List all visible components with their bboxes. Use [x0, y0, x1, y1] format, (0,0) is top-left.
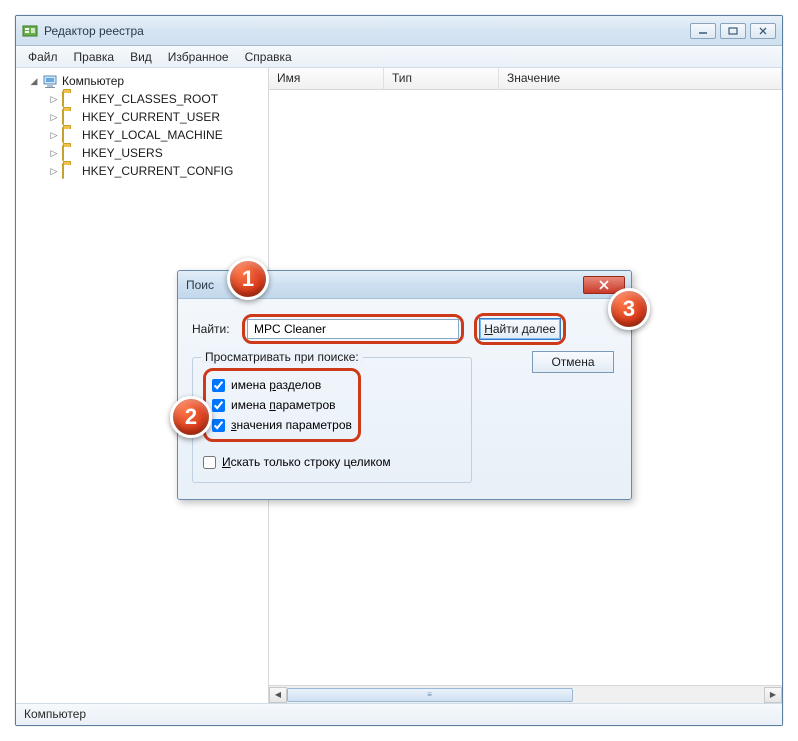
annotation-highlight-3: Найти далее — [474, 313, 566, 345]
checkbox-values-label: имена параметров — [231, 398, 336, 412]
menu-view[interactable]: Вид — [122, 47, 160, 67]
maximize-button[interactable] — [720, 23, 746, 39]
titlebar: Редактор реестра — [16, 16, 782, 46]
find-label: Найти: — [192, 322, 242, 336]
checkbox-whole-row: Искать только строку целиком — [203, 452, 461, 472]
menubar: Файл Правка Вид Избранное Справка — [16, 46, 782, 68]
checkbox-data-row: значения параметров — [212, 415, 352, 435]
tree-label: HKEY_CURRENT_CONFIG — [82, 164, 233, 178]
collapse-icon[interactable]: ◢ — [28, 75, 40, 87]
folder-icon — [62, 128, 78, 142]
tree-label: Компьютер — [62, 74, 124, 88]
annotation-highlight-2: имена разделов имена параметров значения… — [203, 368, 361, 442]
checkbox-values[interactable] — [212, 399, 225, 412]
close-button[interactable] — [750, 23, 776, 39]
annotation-badge-1: 1 — [227, 258, 269, 300]
list-header: Имя Тип Значение — [269, 68, 782, 90]
checkbox-whole-label: Искать только строку целиком — [222, 455, 391, 469]
scroll-track[interactable]: ≡ — [287, 687, 764, 703]
menu-edit[interactable]: Правка — [66, 47, 123, 67]
annotation-badge-2: 2 — [170, 396, 212, 438]
scroll-thumb[interactable]: ≡ — [287, 688, 573, 702]
window-title: Редактор реестра — [44, 24, 690, 38]
computer-icon — [42, 74, 58, 88]
menu-file[interactable]: Файл — [20, 47, 66, 67]
checkbox-whole-string[interactable] — [203, 456, 216, 469]
expand-icon[interactable]: ▷ — [48, 129, 60, 141]
dialog-body: Найти: Найти далее Отмена Просматривать … — [178, 299, 631, 499]
folder-icon — [62, 92, 78, 106]
folder-icon — [62, 110, 78, 124]
find-row: Найти: Найти далее — [192, 313, 617, 345]
column-value[interactable]: Значение — [499, 68, 782, 89]
status-text: Компьютер — [24, 707, 86, 721]
find-next-button[interactable]: Найти далее — [479, 318, 561, 340]
statusbar: Компьютер — [16, 703, 782, 725]
folder-icon — [62, 146, 78, 160]
folder-icon — [62, 164, 78, 178]
expand-icon[interactable]: ▷ — [48, 147, 60, 159]
checkbox-keys-row: имена разделов — [212, 375, 352, 395]
checkbox-keys-label: имена разделов — [231, 378, 321, 392]
tree-label: HKEY_CLASSES_ROOT — [82, 92, 218, 106]
checkbox-values-row: имена параметров — [212, 395, 352, 415]
annotation-badge-3: 3 — [608, 288, 650, 330]
tree-label: HKEY_CURRENT_USER — [82, 110, 220, 124]
minimize-button[interactable] — [690, 23, 716, 39]
window-controls — [690, 23, 776, 39]
column-type[interactable]: Тип — [384, 68, 499, 89]
expand-icon[interactable]: ▷ — [48, 93, 60, 105]
menu-help[interactable]: Справка — [237, 47, 300, 67]
regedit-icon — [22, 23, 38, 39]
find-input[interactable] — [247, 319, 459, 339]
fieldset-legend: Просматривать при поиске: — [201, 350, 363, 364]
annotation-highlight-1 — [242, 314, 464, 344]
cancel-button[interactable]: Отмена — [532, 351, 614, 373]
horizontal-scrollbar[interactable]: ◀ ≡ ▶ — [269, 685, 782, 703]
expand-icon[interactable]: ▷ — [48, 111, 60, 123]
expand-icon[interactable]: ▷ — [48, 165, 60, 177]
checkbox-keys[interactable] — [212, 379, 225, 392]
scroll-right-icon[interactable]: ▶ — [764, 687, 782, 703]
scroll-left-icon[interactable]: ◀ — [269, 687, 287, 703]
tree-hive[interactable]: ▷ HKEY_CLASSES_ROOT — [24, 90, 268, 108]
tree-hive[interactable]: ▷ HKEY_LOCAL_MACHINE — [24, 126, 268, 144]
tree-root[interactable]: ◢ Компьютер — [24, 72, 268, 90]
look-at-fieldset: Просматривать при поиске: имена разделов… — [192, 357, 472, 483]
menu-favorites[interactable]: Избранное — [160, 47, 237, 67]
checkbox-data-label: значения параметров — [231, 418, 352, 432]
find-dialog: Поис Найти: Найти далее Отмена Просматри… — [177, 270, 632, 500]
tree-hive[interactable]: ▷ HKEY_CURRENT_USER — [24, 108, 268, 126]
tree-hive[interactable]: ▷ HKEY_USERS — [24, 144, 268, 162]
tree-label: HKEY_USERS — [82, 146, 163, 160]
checkbox-data[interactable] — [212, 419, 225, 432]
tree-label: HKEY_LOCAL_MACHINE — [82, 128, 223, 142]
tree-hive[interactable]: ▷ HKEY_CURRENT_CONFIG — [24, 162, 268, 180]
column-name[interactable]: Имя — [269, 68, 384, 89]
